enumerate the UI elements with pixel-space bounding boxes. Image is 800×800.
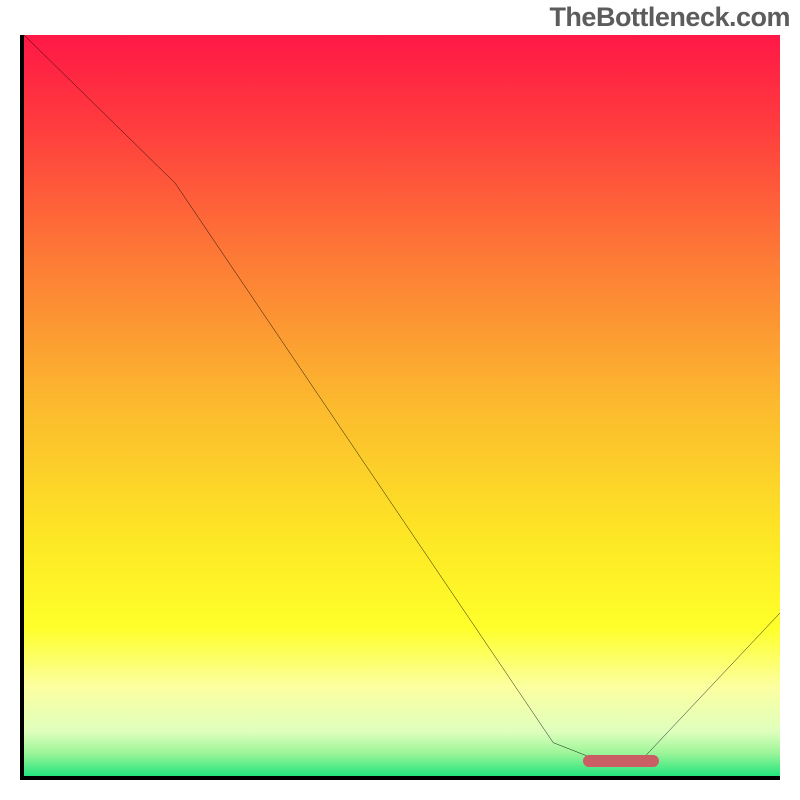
chart-container: TheBottleneck.com: [0, 0, 800, 800]
plot-area: [24, 35, 780, 776]
watermark-text: TheBottleneck.com: [549, 2, 790, 33]
bottleneck-curve: [24, 35, 780, 776]
chart-frame: [20, 35, 780, 780]
optimal-range-marker: [583, 755, 659, 767]
x-axis: [20, 776, 780, 780]
